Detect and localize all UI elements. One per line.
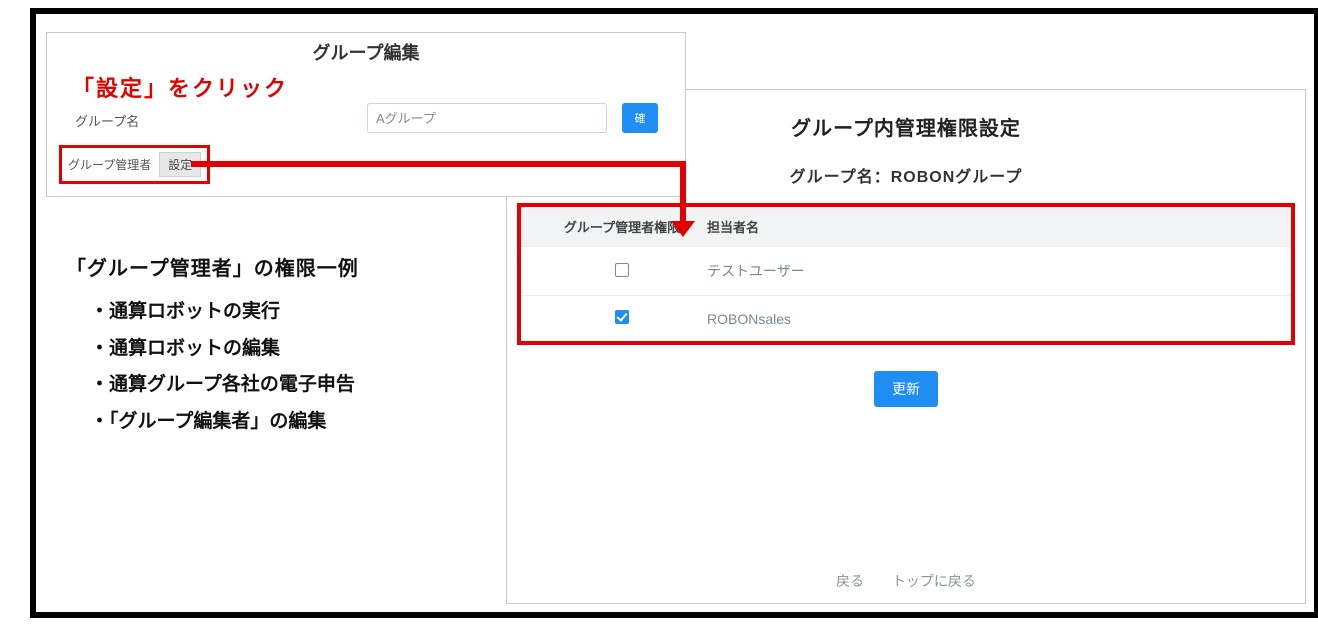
list-item: 通算ロボットの編集 — [90, 335, 359, 364]
back-link[interactable]: 戻る — [836, 573, 864, 589]
table-row: テストユーザー — [521, 246, 1291, 295]
confirm-button[interactable]: 確 — [622, 103, 658, 133]
group-name-value-2: ROBONグループ — [891, 169, 1023, 186]
annotation-arrow — [191, 161, 686, 167]
list-item: 通算ロボットの実行 — [90, 298, 359, 327]
permission-footer: 戻る トップに戻る — [507, 571, 1305, 591]
user-name: ROBONsales — [707, 311, 1275, 327]
top-link[interactable]: トップに戻る — [892, 573, 976, 589]
list-item: 通算グループ各社の電子申告 — [90, 371, 359, 400]
group-admin-label: グループ管理者 — [68, 156, 151, 173]
annotation-arrow-head-icon — [671, 221, 695, 237]
update-button[interactable]: 更新 — [874, 371, 938, 407]
group-edit-title: グループ編集 — [47, 39, 685, 65]
explain-title: 「グループ管理者」の権限一例 — [66, 254, 359, 284]
group-name-label-2: グループ名： — [790, 169, 891, 186]
permissions-explanation: 「グループ管理者」の権限一例 通算ロボットの実行 通算ロボットの編集 通算グルー… — [66, 254, 359, 444]
group-admin-highlight: グループ管理者 設定 — [59, 145, 210, 184]
annotation-click-settings: 「設定」をクリック — [72, 71, 288, 103]
annotation-arrow — [680, 161, 686, 226]
table-row: ROBONsales — [521, 295, 1291, 341]
permission-checkbox[interactable] — [615, 263, 629, 277]
permission-checkbox[interactable] — [615, 310, 629, 324]
permission-table-header: グループ管理者権限 担当者名 — [521, 207, 1291, 246]
group-name-input[interactable]: Aグループ — [367, 103, 607, 133]
group-edit-panel: グループ編集 「設定」をクリック グループ名 Aグループ 確 グループ管理者 設… — [46, 32, 686, 197]
col-name: 担当者名 — [707, 217, 1275, 236]
permission-table-highlight: グループ管理者権限 担当者名 テストユーザー ROBONsales — [517, 203, 1295, 345]
group-name-label: グループ名 — [75, 111, 139, 130]
user-name: テストユーザー — [707, 261, 1275, 281]
list-item: 「グループ編集者」の編集 — [90, 408, 359, 437]
